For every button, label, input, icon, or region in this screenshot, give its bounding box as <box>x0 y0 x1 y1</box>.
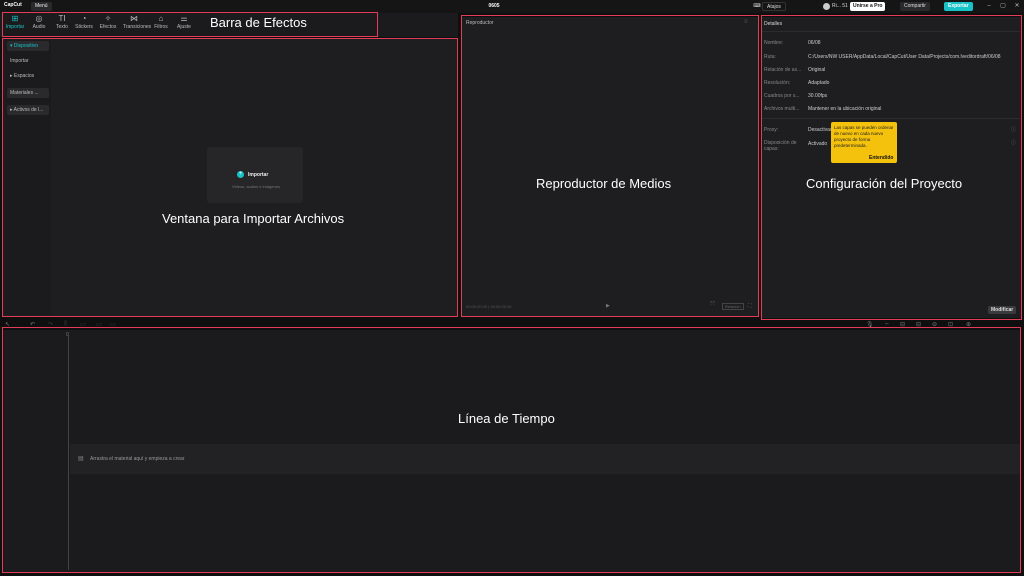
username[interactable]: Ri... 51 <box>832 2 848 11</box>
keyboard-icon[interactable]: ⌨ <box>752 2 762 11</box>
annotation-timeline-label: Línea de Tiempo <box>458 411 555 426</box>
annotation-config-box <box>761 15 1022 320</box>
annotation-timeline-box <box>2 327 1021 573</box>
maximize-icon[interactable]: ▢ <box>998 2 1008 11</box>
annotation-player-box <box>461 15 759 317</box>
menu-button[interactable]: Menú <box>31 2 52 11</box>
minimize-icon[interactable]: – <box>984 2 994 11</box>
annotation-effects-label: Barra de Efectos <box>210 15 307 30</box>
annotation-player-label: Reproductor de Medios <box>536 176 672 191</box>
annotation-config-label: Configuración del Proyecto <box>806 176 963 191</box>
export-button[interactable]: Exportar <box>944 2 973 11</box>
annotation-effects-box <box>2 12 378 37</box>
project-title: 0605 <box>488 3 500 9</box>
annotation-import-label: Ventana para Importar Archivos <box>162 211 345 226</box>
shortcuts-button[interactable]: Atajos <box>762 2 786 11</box>
share-button[interactable]: Compartir <box>900 2 930 11</box>
join-pro-button[interactable]: Unirse a Pro <box>850 2 886 11</box>
avatar[interactable] <box>823 3 830 10</box>
close-icon[interactable]: ✕ <box>1012 2 1022 11</box>
annotation-import-box <box>2 38 458 317</box>
app-logo: CapCut <box>4 2 22 8</box>
